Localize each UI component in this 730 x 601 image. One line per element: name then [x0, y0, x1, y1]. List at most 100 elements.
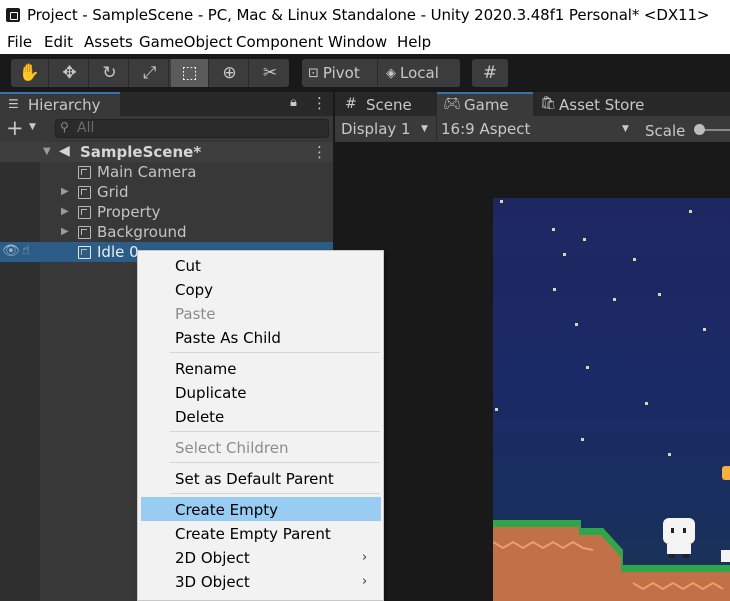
expand-arrow-icon[interactable]: ▶: [61, 226, 69, 237]
menu-assets[interactable]: Assets: [84, 33, 133, 51]
menu-component[interactable]: Component: [236, 33, 323, 51]
scene-name: SampleScene*: [80, 143, 202, 161]
hierarchy-item-property[interactable]: [0, 202, 333, 222]
menu-separator: [170, 493, 380, 494]
hierarchy-item-label: Main Camera: [97, 163, 197, 181]
custom-tool-button[interactable]: ✂: [251, 59, 289, 87]
chevron-down-icon: ▼: [622, 124, 629, 134]
menu-item-cut[interactable]: Cut: [175, 257, 201, 275]
rect-icon: ⬚: [181, 63, 198, 83]
hierarchy-item-label: Property: [97, 203, 161, 221]
expand-arrow-icon[interactable]: ▶: [61, 206, 69, 217]
search-icon: ⚲: [60, 120, 69, 134]
menu-separator: [170, 352, 380, 353]
pivot-button[interactable]: ⊡ Pivot: [302, 59, 378, 87]
scale-slider-thumb[interactable]: [694, 124, 705, 135]
rect-tool-button[interactable]: ⬚: [171, 59, 209, 87]
pivot-group: ⊡ Pivot ◈ Local: [302, 59, 460, 87]
scale-icon: ⤢: [142, 63, 157, 83]
gamepad-icon: 🎮︎: [443, 96, 461, 112]
scale-label: Scale: [645, 122, 686, 140]
gameobject-cube-icon: [78, 226, 91, 239]
tab-game-label: Game: [464, 96, 509, 114]
shopping-bag-icon: 🛍︎: [540, 96, 557, 111]
display-dropdown-label: Display 1: [341, 120, 411, 138]
lock-icon[interactable]: 🔒︎: [290, 95, 297, 110]
coin-item: [722, 466, 730, 480]
hand-icon: ✋: [18, 63, 41, 83]
hierarchy-search-input[interactable]: [55, 119, 329, 138]
hierarchy-item-label: Background: [97, 223, 187, 241]
local-icon: ◈: [386, 65, 396, 81]
grid-snap-icon: #: [482, 63, 498, 83]
player-character: [663, 518, 695, 558]
aspect-dropdown-label: 16:9 Aspect: [441, 120, 531, 138]
eye-visibility-icon[interactable]: 👁︎: [2, 243, 20, 259]
hierarchy-item-label: Grid: [97, 183, 129, 201]
menu-item-set-default-parent[interactable]: Set as Default Parent: [175, 470, 334, 488]
menu-file[interactable]: File: [7, 33, 32, 51]
submenu-arrow-icon: ›: [362, 574, 368, 589]
menu-gameobject[interactable]: GameObject: [139, 33, 233, 51]
game-scene: [493, 200, 730, 601]
scene-hash-icon: #: [345, 96, 357, 112]
gameobject-cube-icon: [78, 186, 91, 199]
hierarchy-item-grid[interactable]: [0, 182, 333, 202]
game-viewport[interactable]: [493, 198, 730, 601]
scale-tool-button[interactable]: ⤢: [131, 59, 169, 87]
transform-tools: ✋ ✥ ↻ ⤢ ⬚ ⊕ ✂: [11, 59, 289, 87]
hand-tool-button[interactable]: ✋: [11, 59, 49, 87]
move-icon: ✥: [62, 63, 77, 83]
menu-item-2d-object[interactable]: 2D Object: [175, 549, 250, 567]
submenu-arrow-icon: ›: [362, 550, 368, 565]
tab-asset-store-label: Asset Store: [559, 96, 645, 114]
menu-item-select-children[interactable]: Select Children: [175, 439, 288, 457]
hierarchy-item-label: Idle 0: [97, 243, 139, 261]
menu-separator: [170, 462, 380, 463]
menu-item-duplicate[interactable]: Duplicate: [175, 384, 246, 402]
panel-menu-icon[interactable]: ⋮: [312, 94, 327, 112]
menu-edit[interactable]: Edit: [44, 33, 73, 51]
hierarchy-list-icon: ☰: [8, 97, 19, 111]
rotate-icon: ↻: [102, 63, 117, 83]
unity-scene-icon: ◀: [59, 143, 70, 159]
transform-icon: ⊕: [222, 63, 237, 83]
menu-window[interactable]: Window: [328, 33, 387, 51]
grid-snap-button[interactable]: #: [472, 59, 508, 87]
local-label: Local: [400, 64, 439, 82]
search-placeholder: All: [77, 120, 95, 136]
menu-item-paste-as-child[interactable]: Paste As Child: [175, 329, 281, 347]
menu-help[interactable]: Help: [397, 33, 431, 51]
scene-menu-icon[interactable]: ⋮: [312, 143, 327, 161]
chevron-down-icon[interactable]: ▼: [29, 122, 36, 132]
gameobject-cube-icon: [78, 206, 91, 219]
hierarchy-tab-label: Hierarchy: [28, 96, 101, 114]
menu-item-paste[interactable]: Paste: [175, 305, 216, 323]
custom-tool-icon: ✂: [262, 63, 278, 83]
pivot-icon: ⊡: [308, 65, 319, 81]
unity-logo-icon: [6, 8, 20, 22]
pick-hand-icon[interactable]: ☝︎: [22, 243, 30, 258]
menu-separator: [170, 431, 380, 432]
move-tool-button[interactable]: ✥: [51, 59, 89, 87]
partial-sprite: [721, 550, 730, 562]
menu-item-create-empty[interactable]: Create Empty: [175, 501, 278, 519]
add-object-button[interactable]: +: [6, 116, 24, 140]
rotate-tool-button[interactable]: ↻: [91, 59, 129, 87]
gameobject-cube-icon: [78, 166, 91, 179]
stars: [495, 200, 706, 456]
chevron-down-icon: ▼: [421, 124, 428, 134]
transform-tool-button[interactable]: ⊕: [211, 59, 249, 87]
tab-scene-label: Scene: [366, 96, 412, 114]
menu-item-rename[interactable]: Rename: [175, 360, 237, 378]
scene-fold-icon[interactable]: ▼: [43, 146, 51, 157]
window-title: Project - SampleScene - PC, Mac & Linux …: [27, 6, 710, 24]
gameobject-cube-icon: [78, 246, 91, 259]
pivot-label: Pivot: [322, 64, 360, 82]
local-button[interactable]: ◈ Local: [380, 59, 460, 87]
menu-item-delete[interactable]: Delete: [175, 408, 224, 426]
menu-item-create-empty-parent[interactable]: Create Empty Parent: [175, 525, 331, 543]
menu-item-3d-object[interactable]: 3D Object: [175, 573, 250, 591]
expand-arrow-icon[interactable]: ▶: [61, 186, 69, 197]
menu-item-copy[interactable]: Copy: [175, 281, 213, 299]
